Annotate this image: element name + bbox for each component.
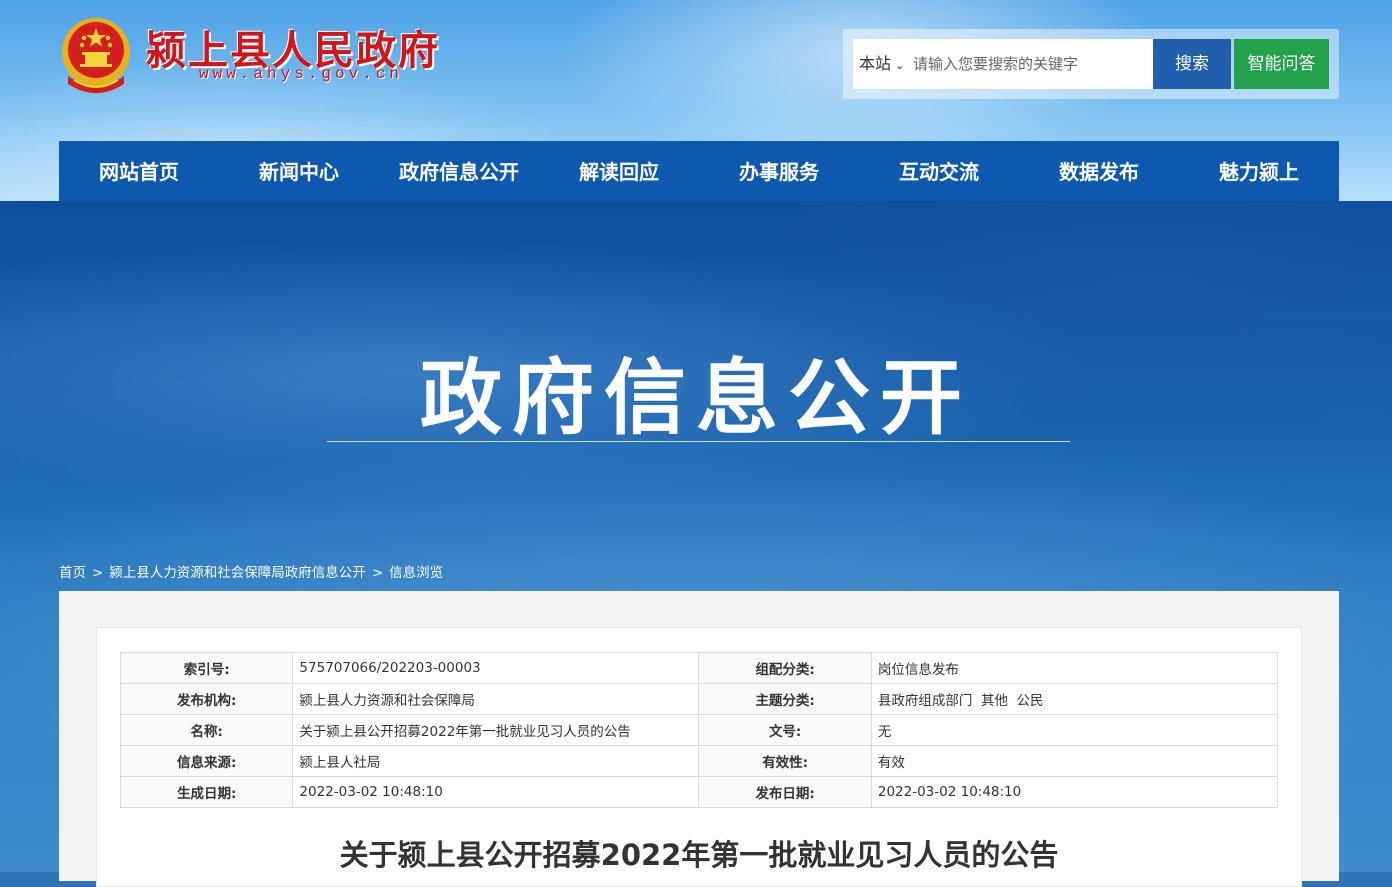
meta-key: 发布日期: xyxy=(698,776,872,808)
nav-item-interaction[interactable]: 互动交流 xyxy=(859,141,1019,201)
meta-value: 575707066/202203-00003 xyxy=(292,652,700,684)
meta-key: 生成日期: xyxy=(119,776,294,808)
table-row: 索引号: 575707066/202203-00003 组配分类: 岗位信息发布 xyxy=(119,652,1279,684)
meta-value: 关于颍上县公开招募2022年第一批就业见习人员的公告 xyxy=(292,714,700,746)
site-url: www.ahys.gov.cn xyxy=(199,65,404,83)
table-row: 名称: 关于颍上县公开招募2022年第一批就业见习人员的公告 文号: 无 xyxy=(119,714,1279,746)
breadcrumb-separator: > xyxy=(371,565,384,581)
meta-value: 2022-03-02 10:48:10 xyxy=(870,776,1279,808)
breadcrumb: 首页 > 颍上县人力资源和社会保障局政府信息公开 > 信息浏览 xyxy=(59,561,443,581)
nav-item-interpretation[interactable]: 解读回应 xyxy=(539,141,699,201)
document-title: 关于颍上县公开招募2022年第一批就业见习人员的公告 xyxy=(339,838,1059,872)
meta-key: 有效性: xyxy=(698,745,872,777)
meta-value: 岗位信息发布 xyxy=(870,652,1279,684)
nav-item-data[interactable]: 数据发布 xyxy=(1019,141,1179,201)
meta-value: 2022-03-02 10:48:10 xyxy=(292,776,700,808)
ai-qa-button[interactable]: 智能问答 xyxy=(1234,39,1329,89)
search-input[interactable] xyxy=(909,39,1153,89)
meta-value: 无 xyxy=(870,714,1279,746)
meta-key: 索引号: xyxy=(119,652,294,684)
banner-title: 政府信息公开 xyxy=(419,351,972,446)
nav-item-home[interactable]: 网站首页 xyxy=(59,141,219,201)
chevron-down-icon: ⌄ xyxy=(895,59,905,72)
nav-item-gov-info[interactable]: 政府信息公开 xyxy=(379,141,539,201)
nav-item-news[interactable]: 新闻中心 xyxy=(219,141,379,201)
search-scope-select[interactable]: 本站 ⌄ xyxy=(853,39,909,89)
meta-key: 信息来源: xyxy=(119,745,294,777)
breadcrumb-current[interactable]: 信息浏览 xyxy=(389,565,443,581)
meta-value: 颍上县人社局 xyxy=(292,745,700,777)
meta-value: 有效 xyxy=(870,745,1279,777)
info-meta-table: 索引号: 575707066/202203-00003 组配分类: 岗位信息发布… xyxy=(119,652,1279,808)
meta-key: 文号: xyxy=(698,714,872,746)
nav-item-charm[interactable]: 魅力颍上 xyxy=(1179,141,1339,201)
search-button[interactable]: 搜索 xyxy=(1153,39,1231,89)
main-nav: 网站首页 新闻中心 政府信息公开 解读回应 办事服务 互动交流 数据发布 魅力颍… xyxy=(59,141,1339,201)
banner-divider xyxy=(327,441,1070,442)
meta-key: 名称: xyxy=(119,714,294,746)
table-row: 生成日期: 2022-03-02 10:48:10 发布日期: 2022-03-… xyxy=(119,776,1279,808)
meta-key: 发布机构: xyxy=(119,683,294,715)
breadcrumb-separator: > xyxy=(92,565,104,581)
nav-item-services[interactable]: 办事服务 xyxy=(699,141,859,201)
table-row: 发布机构: 颍上县人力资源和社会保障局 主题分类: 县政府组成部门 其他 公民 xyxy=(119,683,1279,715)
meta-value: 县政府组成部门 其他 公民 xyxy=(870,683,1279,715)
breadcrumb-link-home[interactable]: 首页 xyxy=(59,565,86,581)
search-scope-label: 本站 xyxy=(859,54,892,73)
national-emblem-icon[interactable] xyxy=(58,14,134,94)
meta-key: 组配分类: xyxy=(698,652,872,684)
meta-value: 颍上县人力资源和社会保障局 xyxy=(292,683,700,715)
meta-key: 主题分类: xyxy=(698,683,872,715)
table-row: 信息来源: 颍上县人社局 有效性: 有效 xyxy=(119,745,1279,777)
breadcrumb-link-dept[interactable]: 颍上县人力资源和社会保障局政府信息公开 xyxy=(109,565,366,581)
